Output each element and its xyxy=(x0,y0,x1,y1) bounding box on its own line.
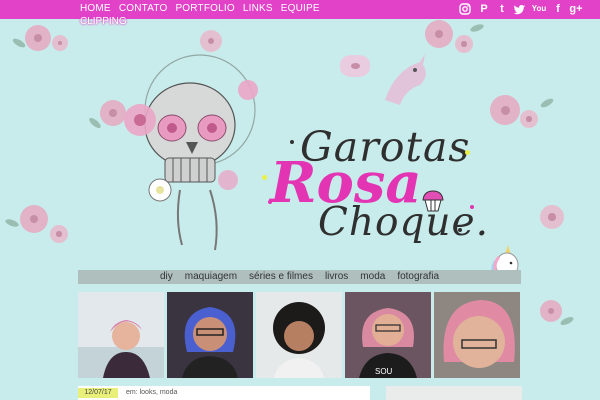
team-photo-4[interactable]: SOU xyxy=(345,292,431,378)
team-photo-5[interactable] xyxy=(434,292,520,378)
svg-text:SOU: SOU xyxy=(375,367,393,376)
google-plus-icon[interactable]: g+ xyxy=(569,2,583,16)
cupcake-icon xyxy=(420,188,446,214)
category-series-e-filmes[interactable]: séries e filmes xyxy=(249,271,313,283)
youtube-icon[interactable]: You xyxy=(531,2,547,16)
nav-contato[interactable]: CONTATO xyxy=(119,3,168,15)
category-nav: diy maquiagem séries e filmes livros mod… xyxy=(78,270,521,284)
post-category[interactable]: em: looks, moda xyxy=(126,388,177,398)
instagram-icon[interactable] xyxy=(459,3,473,15)
post-date: 12/07/17 xyxy=(78,388,118,398)
post-meta-bar: 12/07/17 em: looks, moda xyxy=(78,386,370,400)
team-photo-3[interactable] xyxy=(256,292,342,378)
category-fotografia[interactable]: fotografia xyxy=(397,271,439,283)
nav-portfolio[interactable]: PORTFOLIO xyxy=(175,3,234,15)
facebook-icon[interactable]: f xyxy=(551,2,565,16)
team-photos: SOU xyxy=(78,292,520,378)
team-photo-2[interactable] xyxy=(167,292,253,378)
skull-illustration xyxy=(120,50,290,260)
category-moda[interactable]: moda xyxy=(360,271,385,283)
nav-equipe[interactable]: EQUIPE xyxy=(281,3,320,15)
tumblr-icon[interactable]: t xyxy=(495,2,509,16)
nav-home[interactable]: HOME xyxy=(80,3,111,15)
unicorn-illustration xyxy=(375,50,435,110)
team-photo-1[interactable] xyxy=(78,292,164,378)
nav-links: HOME CONTATO PORTFOLIO LINKS EQUIPE xyxy=(80,3,320,15)
pinterest-icon[interactable]: P xyxy=(477,2,491,16)
nav-links-item[interactable]: LINKS xyxy=(243,3,273,15)
category-diy[interactable]: diy xyxy=(160,271,173,283)
sidebar-box xyxy=(386,386,522,400)
social-icons: P t You f g+ xyxy=(459,2,583,16)
category-maquiagem[interactable]: maquiagem xyxy=(185,271,237,283)
nav-clipping[interactable]: CLIPPING xyxy=(80,16,127,27)
twitter-icon[interactable] xyxy=(513,4,527,15)
category-livros[interactable]: livros xyxy=(325,271,348,283)
logo-line-choque: Choque. xyxy=(318,200,489,245)
